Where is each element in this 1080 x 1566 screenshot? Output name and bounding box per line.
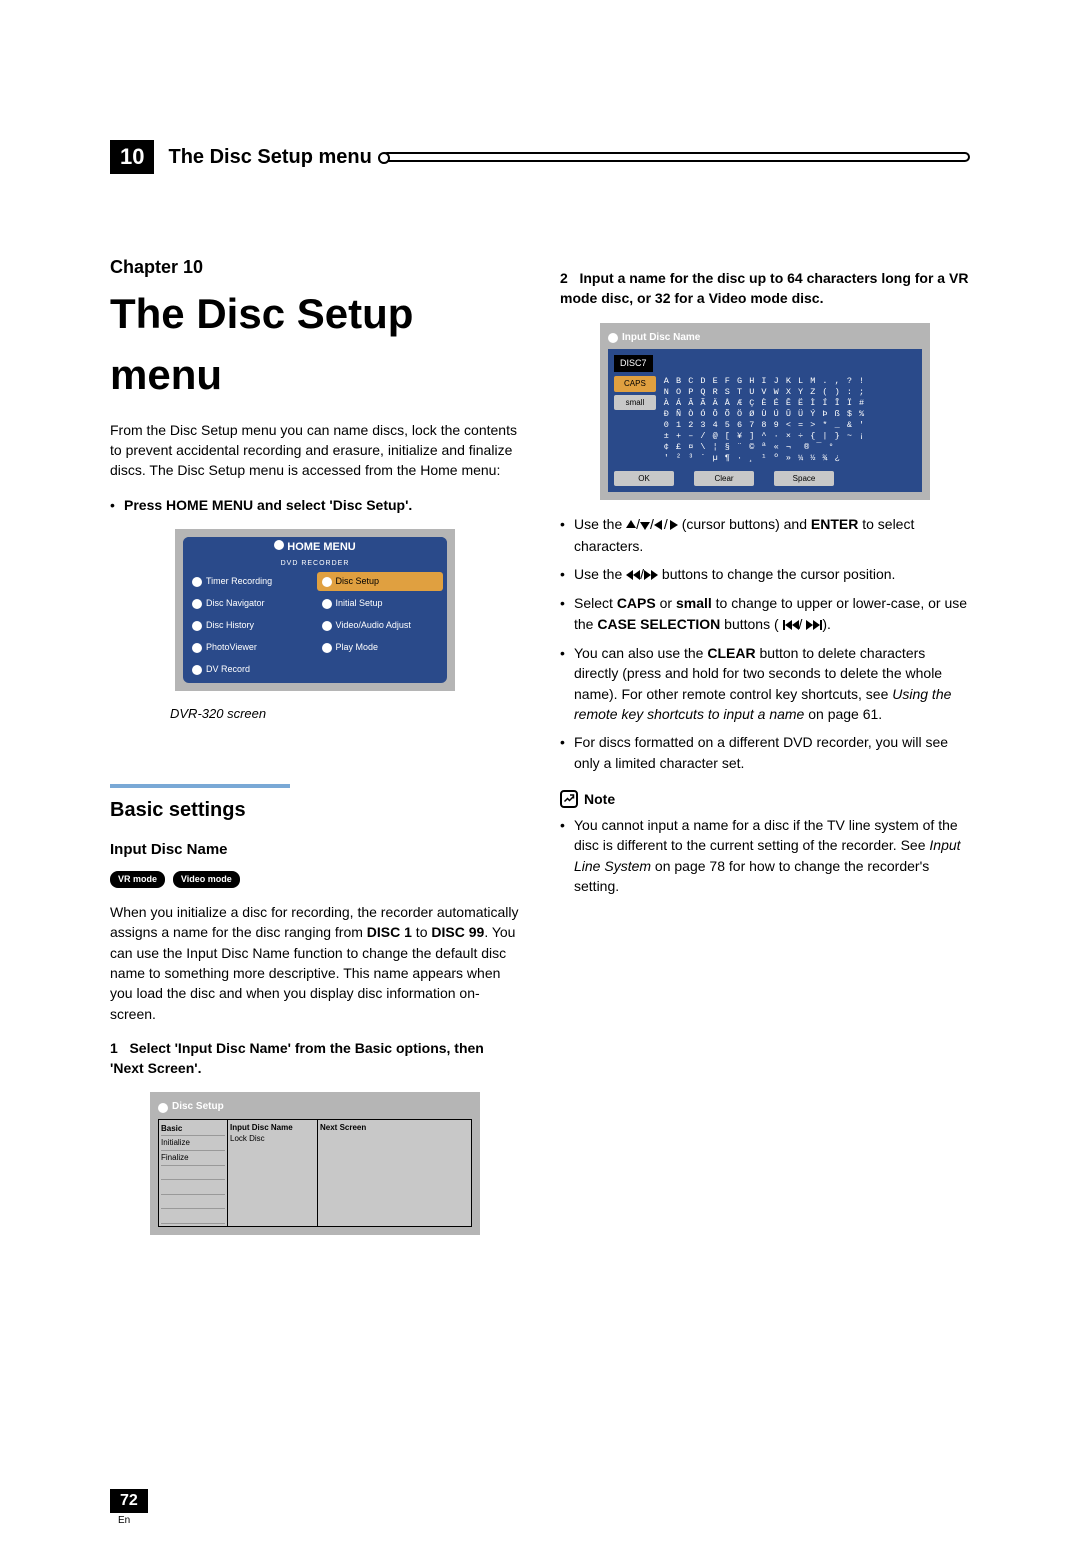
disc-setup-right-pane: Next Screen xyxy=(318,1119,472,1227)
skip-back-icon xyxy=(783,615,799,635)
input-disc-name-paragraph: When you initialize a disc for recording… xyxy=(110,902,520,1024)
section-divider xyxy=(110,784,290,788)
screenshot-caption: DVR-320 screen xyxy=(170,705,520,724)
video-mode-pill: Video mode xyxy=(173,871,240,888)
chapter-title: The Disc Setup menu xyxy=(168,146,371,169)
home-menu-icon xyxy=(274,540,284,550)
disc-setup-title: Disc Setup xyxy=(172,1100,224,1115)
input-disc-name-icon xyxy=(608,333,618,343)
bullet-case: Select CAPS or small to change to upper … xyxy=(560,593,970,635)
page-footer: 72 En xyxy=(110,1489,970,1526)
menu-item-timer-recording: Timer Recording xyxy=(187,572,314,591)
menu-item-disc-navigator: Disc Navigator xyxy=(187,594,314,613)
space-button-shot: Space xyxy=(774,471,834,487)
character-grid: A B C D E F G H I J K L M . , ? ! N O P … xyxy=(664,376,865,464)
home-menu-title: HOME MENU xyxy=(287,541,355,553)
down-arrow-icon xyxy=(640,515,650,535)
chapter-number-badge: 10 xyxy=(110,140,154,174)
ok-button-shot: OK xyxy=(614,471,674,487)
page-number: 72 xyxy=(110,1489,148,1513)
main-title: The Disc Setup menu xyxy=(110,284,520,406)
menu-item-dv-record: DV Record xyxy=(187,660,314,679)
caps-button-shot: CAPS xyxy=(614,376,656,392)
home-menu-screenshot: HOME MENU DVD RECORDER Timer Recording D… xyxy=(175,529,455,691)
disc-setup-mid-pane: Input Disc Name Lock Disc xyxy=(228,1119,318,1227)
bullet-cursor: Use the / / / (cursor buttons) and ENTER… xyxy=(560,514,970,556)
skip-forward-icon xyxy=(806,615,822,635)
forward-icon xyxy=(644,565,658,585)
menu-item-photoviewer: PhotoViewer xyxy=(187,638,314,657)
step-home-menu: Press HOME MENU and select 'Disc Setup'. xyxy=(124,497,412,513)
rewind-icon xyxy=(626,565,640,585)
bullet-position: Use the / buttons to change the cursor p… xyxy=(560,564,970,585)
header-rule xyxy=(382,152,970,162)
disc-name-field: DISC7 xyxy=(614,355,653,372)
subsection-input-disc-name: Input Disc Name xyxy=(110,839,520,861)
note-label: Note xyxy=(584,789,615,809)
note-icon xyxy=(560,790,578,808)
page-lang: En xyxy=(118,1515,970,1526)
left-column: Chapter 10 The Disc Setup menu From the … xyxy=(110,254,520,1249)
input-disc-name-title: Input Disc Name xyxy=(622,331,700,346)
step-1: 1 Select 'Input Disc Name' from the Basi… xyxy=(110,1038,520,1079)
menu-item-initial-setup: Initial Setup xyxy=(317,594,444,613)
disc-setup-left-pane: Basic Initialize Finalize xyxy=(158,1119,228,1227)
page-header: 10 The Disc Setup menu xyxy=(110,140,970,174)
right-column: 2 Input a name for the disc up to 64 cha… xyxy=(560,254,970,1249)
small-button-shot: small xyxy=(614,395,656,411)
left-arrow-icon xyxy=(654,515,664,535)
section-basic-settings: Basic settings xyxy=(110,796,520,825)
bullet-clear: You can also use the CLEAR button to del… xyxy=(560,643,970,724)
menu-item-video-audio: Video/Audio Adjust xyxy=(317,616,444,635)
intro-paragraph: From the Disc Setup menu you can name di… xyxy=(110,420,520,481)
step-2: 2 Input a name for the disc up to 64 cha… xyxy=(560,268,970,309)
up-arrow-icon xyxy=(626,515,636,535)
note-bullet: You cannot input a name for a disc if th… xyxy=(560,815,970,896)
bullet-limited: For discs formatted on a different DVD r… xyxy=(560,732,970,773)
home-menu-subtitle: DVD RECORDER xyxy=(183,559,447,569)
disc-setup-screenshot: Disc Setup Basic Initialize Finalize Inp… xyxy=(150,1092,480,1235)
disc-setup-icon xyxy=(158,1103,168,1113)
vr-mode-pill: VR mode xyxy=(110,871,165,888)
menu-item-disc-history: Disc History xyxy=(187,616,314,635)
menu-item-disc-setup: Disc Setup xyxy=(317,572,444,591)
right-arrow-icon xyxy=(668,515,678,535)
menu-item-play-mode: Play Mode xyxy=(317,638,444,657)
chapter-label: Chapter 10 xyxy=(110,254,520,280)
input-disc-name-screenshot: Input Disc Name DISC7 CAPS small A B C D… xyxy=(600,323,930,501)
clear-button-shot: Clear xyxy=(694,471,754,487)
